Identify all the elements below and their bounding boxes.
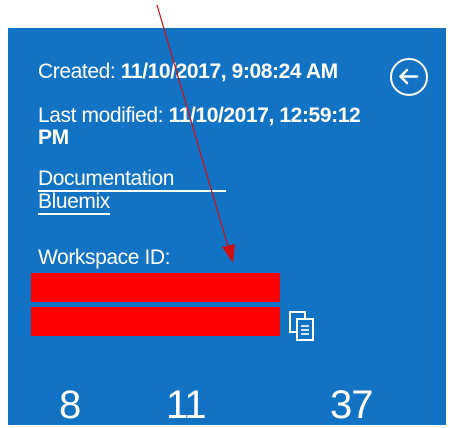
documentation-link[interactable]: Documentation	[38, 168, 226, 192]
created-value: 11/10/2017, 9:08:24 AM	[120, 60, 338, 83]
modified-label: Last modified:	[38, 104, 164, 127]
modified-info: Last modified: 11/10/2017, 12:59:12 PM	[38, 105, 378, 149]
workspace-tile: Created: 11/10/2017, 9:08:24 AM Last mod…	[8, 28, 446, 425]
workspace-id-value-redacted-2	[31, 307, 280, 336]
bluemix-link[interactable]: Bluemix	[38, 191, 110, 215]
created-info: Created: 11/10/2017, 9:08:24 AM	[38, 61, 378, 83]
copy-icon[interactable]	[288, 310, 318, 344]
stat-intents-count: 8	[59, 383, 81, 427]
created-label: Created:	[38, 60, 116, 83]
workspace-id-value-redacted	[31, 273, 280, 302]
workspace-id-label: Workspace ID:	[38, 246, 171, 269]
page: Created: 11/10/2017, 9:08:24 AM Last mod…	[0, 0, 449, 428]
stat-dialog-nodes-count: 37	[330, 383, 373, 427]
stat-entities-count: 11	[166, 383, 207, 427]
back-button[interactable]	[390, 58, 428, 96]
back-arrow-circle-icon	[399, 68, 419, 85]
